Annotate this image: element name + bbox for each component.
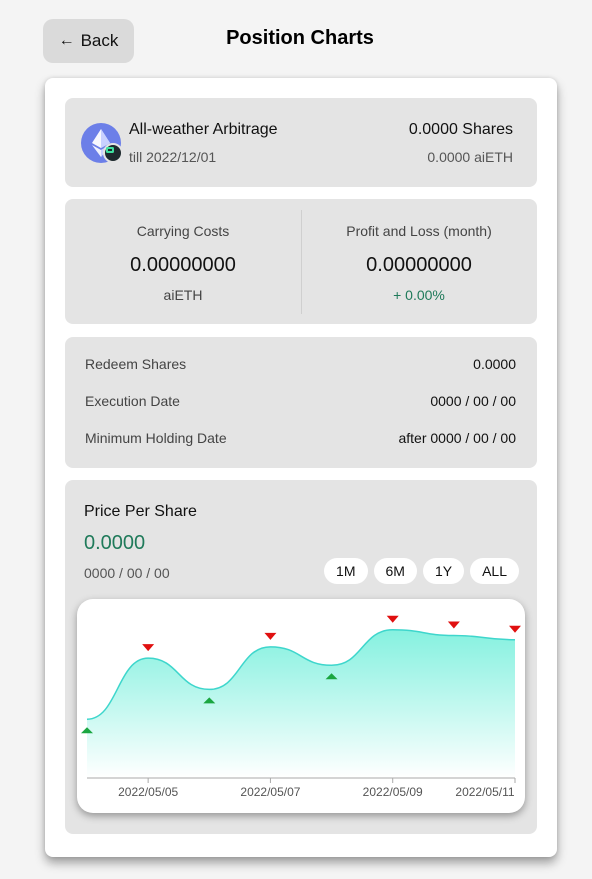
- detail-row: Execution Date 0000 / 00 / 00: [85, 393, 516, 413]
- profit-loss: Profit and Loss (month) 0.00000000 + 0.0…: [301, 199, 537, 324]
- profit-loss-change: + 0.00%: [393, 287, 445, 303]
- detail-row: Redeem Shares 0.0000: [85, 356, 516, 376]
- position-card: All-weather Arbitrage till 2022/12/01 0.…: [45, 78, 557, 857]
- price-panel: Price Per Share 0.0000 0000 / 00 / 00 1M…: [65, 480, 537, 834]
- sell-marker: [509, 625, 521, 633]
- price-per-share-title: Price Per Share: [84, 503, 197, 520]
- profit-loss-value: 0.00000000: [366, 254, 472, 276]
- back-button[interactable]: ← Back: [43, 19, 134, 63]
- x-tick-label: 2022/05/09: [363, 785, 423, 799]
- shares-value: 0.0000 Shares: [408, 121, 513, 138]
- product-panel: All-weather Arbitrage till 2022/12/01 0.…: [65, 98, 537, 187]
- price-date: 0000 / 00 / 00: [84, 565, 170, 581]
- price-per-share-value: 0.0000: [84, 532, 146, 554]
- sell-marker: [386, 615, 399, 623]
- carrying-costs-value: 0.00000000: [130, 254, 236, 276]
- detail-value: after 0000 / 00 / 00: [398, 430, 516, 446]
- range-button-6m[interactable]: 6M: [373, 558, 417, 584]
- x-tick-label: 2022/05/11: [455, 785, 514, 799]
- product-till-date: till 2022/12/01: [129, 149, 217, 165]
- detail-value: 0000 / 00 / 00: [430, 393, 516, 409]
- profit-loss-label: Profit and Loss (month): [346, 223, 492, 239]
- series-area: [87, 629, 515, 778]
- carrying-costs-unit: aiETH: [163, 287, 203, 303]
- price-chart: 2022/05/05 2022/05/07 2022/05/09 2022/05/11: [77, 599, 525, 813]
- detail-row: Minimum Holding Date after 0000 / 00 / 0…: [85, 430, 516, 450]
- range-button-1y[interactable]: 1Y: [422, 558, 465, 584]
- carrying-costs: Carrying Costs 0.00000000 aiETH: [65, 199, 301, 324]
- detail-label: Execution Date: [85, 393, 180, 409]
- arrow-left-icon: ←: [58, 32, 75, 49]
- x-tick-label: 2022/05/07: [240, 785, 300, 799]
- ethereum-logo-icon: [81, 123, 123, 163]
- sell-marker: [142, 644, 155, 652]
- back-button-label: Back: [80, 31, 119, 50]
- x-tick-label: 2022/05/05: [118, 785, 178, 799]
- sell-marker: [447, 621, 460, 629]
- badge-icon: [103, 143, 123, 163]
- costs-panel: Carrying Costs 0.00000000 aiETH Profit a…: [65, 199, 537, 324]
- page-title: Position Charts: [226, 27, 374, 49]
- range-selector: 1M 6M 1Y ALL: [324, 558, 519, 584]
- price-chart-svg: 2022/05/05 2022/05/07 2022/05/09 2022/05/11: [81, 615, 521, 799]
- sell-marker: [264, 632, 277, 640]
- detail-label: Minimum Holding Date: [85, 430, 227, 446]
- carrying-costs-label: Carrying Costs: [136, 223, 230, 239]
- range-button-1m[interactable]: 1M: [324, 558, 368, 584]
- product-name: All-weather Arbitrage: [129, 121, 278, 138]
- range-button-all[interactable]: ALL: [470, 558, 519, 584]
- aieth-value: 0.0000 aiETH: [427, 149, 513, 165]
- detail-value: 0.0000: [473, 356, 516, 372]
- details-panel: Redeem Shares 0.0000 Execution Date 0000…: [65, 337, 537, 468]
- detail-label: Redeem Shares: [85, 356, 187, 372]
